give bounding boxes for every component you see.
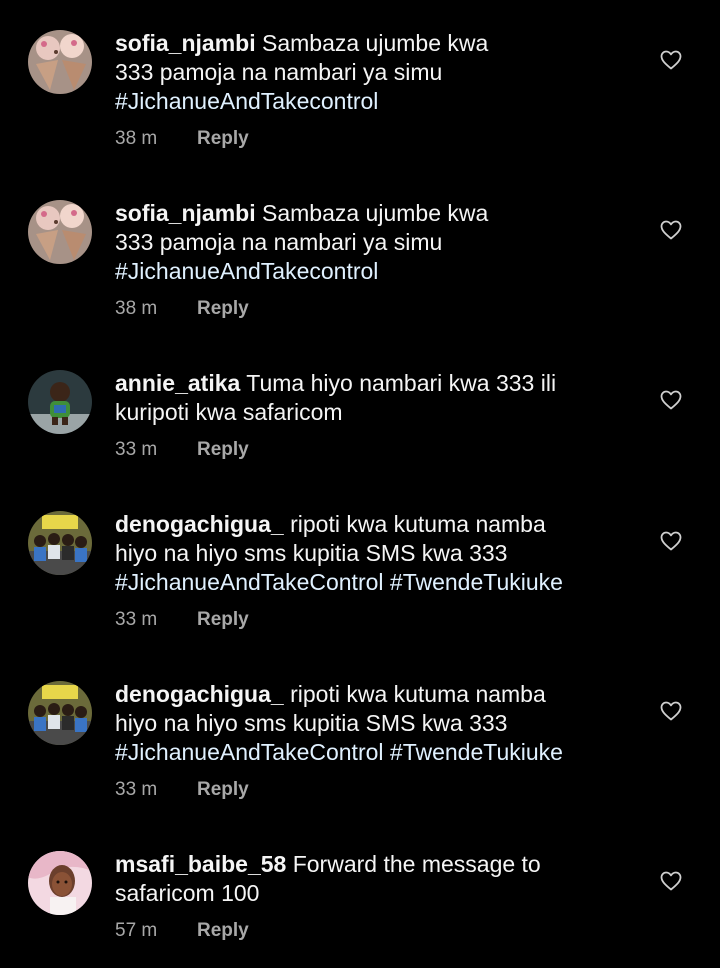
- avatar-ice-cream-image: [28, 200, 92, 264]
- comment-line: hiyo na hiyo sms kupitia SMS kwa 333: [115, 710, 508, 736]
- comment-username[interactable]: sofia_njambi: [115, 200, 256, 226]
- comment-text: msafi_baibe_58 Forward the message to sa…: [115, 850, 635, 908]
- comment-timestamp: 33 m: [115, 779, 158, 800]
- reply-button[interactable]: Reply: [197, 439, 249, 460]
- comment-meta: 38 m Reply: [115, 128, 249, 150]
- comment-item: denogachigua_ ripoti kwa kutuma namba hi…: [0, 651, 720, 821]
- comment-meta: 33 m Reply: [115, 779, 249, 801]
- avatar[interactable]: [28, 851, 92, 915]
- comment-username[interactable]: msafi_baibe_58: [115, 851, 286, 877]
- comment-timestamp: 38 m: [115, 128, 158, 149]
- comment-meta: 38 m Reply: [115, 298, 249, 320]
- like-heart-icon[interactable]: [659, 48, 683, 72]
- comment-line: safaricom 100: [115, 880, 260, 906]
- comment-item: sofia_njambi Sambaza ujumbe kwa 333 pamo…: [0, 0, 720, 170]
- comment-hashtags[interactable]: #JichanueAndTakecontrol: [115, 258, 378, 284]
- comment-item: msafi_baibe_58 Forward the message to sa…: [0, 821, 720, 968]
- comment-line: Sambaza ujumbe kwa: [262, 30, 489, 56]
- avatar[interactable]: [28, 370, 92, 434]
- comment-item: sofia_njambi Sambaza ujumbe kwa 333 pamo…: [0, 170, 720, 340]
- avatar[interactable]: [28, 200, 92, 264]
- reply-button[interactable]: Reply: [197, 609, 249, 630]
- comment-hashtags[interactable]: #JichanueAndTakeControl #TwendeTukiuke: [115, 739, 563, 765]
- comment-item: denogachigua_ ripoti kwa kutuma namba hi…: [0, 481, 720, 651]
- comment-timestamp: 33 m: [115, 439, 158, 460]
- comment-line: hiyo na hiyo sms kupitia SMS kwa 333: [115, 540, 508, 566]
- comment-line: ripoti kwa kutuma namba: [290, 681, 546, 707]
- avatar-portrait-image: [28, 851, 92, 915]
- comment-username[interactable]: sofia_njambi: [115, 30, 256, 56]
- like-heart-icon[interactable]: [659, 869, 683, 893]
- comment-meta: 33 m Reply: [115, 439, 249, 461]
- avatar-group-image: [28, 511, 92, 575]
- reply-button[interactable]: Reply: [197, 779, 249, 800]
- comment-item: annie_atika Tuma hiyo nambari kwa 333 il…: [0, 340, 720, 481]
- like-heart-icon[interactable]: [659, 529, 683, 553]
- like-heart-icon[interactable]: [659, 218, 683, 242]
- comment-line: ripoti kwa kutuma namba: [290, 511, 546, 537]
- comment-text: sofia_njambi Sambaza ujumbe kwa 333 pamo…: [115, 29, 635, 116]
- reply-button[interactable]: Reply: [197, 298, 249, 319]
- comment-timestamp: 33 m: [115, 609, 158, 630]
- comment-text: denogachigua_ ripoti kwa kutuma namba hi…: [115, 510, 635, 597]
- comment-line: kuripoti kwa safaricom: [115, 399, 343, 425]
- comment-username[interactable]: annie_atika: [115, 370, 240, 396]
- comment-meta: 57 m Reply: [115, 920, 249, 942]
- comment-meta: 33 m Reply: [115, 609, 249, 631]
- comment-username[interactable]: denogachigua_: [115, 681, 284, 707]
- comment-hashtags[interactable]: #JichanueAndTakecontrol: [115, 88, 378, 114]
- comment-line: Tuma hiyo nambari kwa 333 ili: [246, 370, 557, 396]
- like-heart-icon[interactable]: [659, 699, 683, 723]
- reply-button[interactable]: Reply: [197, 920, 249, 941]
- comment-text: denogachigua_ ripoti kwa kutuma namba hi…: [115, 680, 635, 767]
- avatar-group-image: [28, 681, 92, 745]
- avatar[interactable]: [28, 30, 92, 94]
- comment-line: 333 pamoja na nambari ya simu: [115, 59, 443, 85]
- comment-text: annie_atika Tuma hiyo nambari kwa 333 il…: [115, 369, 635, 427]
- comment-line: 333 pamoja na nambari ya simu: [115, 229, 443, 255]
- comment-line: Forward the message to: [292, 851, 541, 877]
- reply-button[interactable]: Reply: [197, 128, 249, 149]
- avatar-ice-cream-image: [28, 30, 92, 94]
- comment-text: sofia_njambi Sambaza ujumbe kwa 333 pamo…: [115, 199, 635, 286]
- avatar[interactable]: [28, 511, 92, 575]
- comment-timestamp: 38 m: [115, 298, 158, 319]
- comment-timestamp: 57 m: [115, 920, 158, 941]
- comment-hashtags[interactable]: #JichanueAndTakeControl #TwendeTukiuke: [115, 569, 563, 595]
- avatar[interactable]: [28, 681, 92, 745]
- avatar-baby-image: [28, 370, 92, 434]
- comment-line: Sambaza ujumbe kwa: [262, 200, 489, 226]
- like-heart-icon[interactable]: [659, 388, 683, 412]
- comment-username[interactable]: denogachigua_: [115, 511, 284, 537]
